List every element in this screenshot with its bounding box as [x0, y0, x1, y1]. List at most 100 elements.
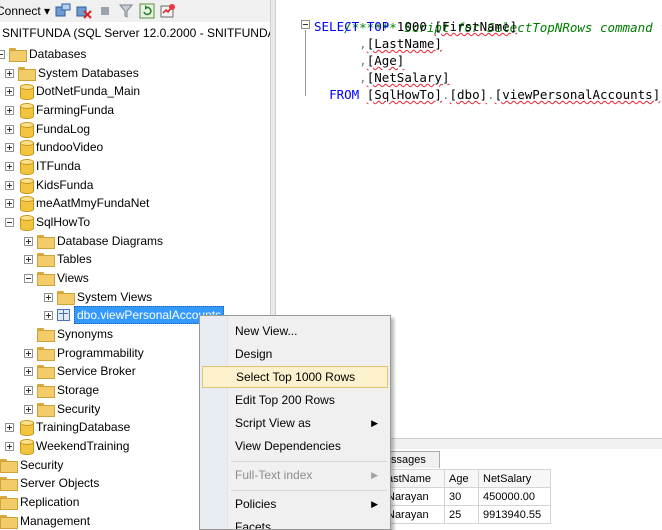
expand-toggle[interactable] — [5, 86, 14, 96]
tree-node-database[interactable]: WeekendTraining — [5, 437, 129, 455]
folder-icon — [37, 365, 55, 379]
menu-item-full-text-index: Full-Text index ▶ — [202, 464, 388, 486]
tree-node-tables[interactable]: Tables — [24, 250, 92, 268]
folder-icon — [37, 403, 55, 417]
expand-toggle[interactable] — [5, 68, 14, 78]
context-menu: New View... Design Select Top 1000 Rows … — [199, 315, 391, 530]
expand-toggle[interactable] — [24, 404, 33, 414]
expand-toggle[interactable] — [24, 348, 33, 358]
table-row[interactable]: Narayan 30 450000.00 — [382, 487, 551, 506]
tree-node-service-broker[interactable]: Service Broker — [24, 362, 136, 380]
tree-node-database[interactable]: meAatMmyFundaNet — [5, 194, 149, 212]
tree-node-database[interactable]: KidsFunda — [5, 176, 93, 194]
expand-toggle[interactable] — [5, 441, 14, 451]
table-cell[interactable]: 450000.00 — [478, 487, 551, 506]
table-cell[interactable]: 30 — [444, 487, 479, 506]
tree-node-database[interactable]: FundaLog — [5, 120, 90, 138]
node-label: Programmability — [57, 346, 144, 360]
expand-toggle[interactable] — [24, 254, 33, 264]
databases-label: Databases — [29, 47, 87, 61]
expand-toggle[interactable] — [24, 236, 33, 246]
table-cell[interactable]: Narayan — [382, 505, 445, 524]
menu-item-label: Policies — [235, 497, 277, 511]
tree-node-storage[interactable]: Storage — [24, 381, 99, 399]
tree-node-view-personal-accounts[interactable]: dbo.viewPersonalAccounts — [44, 306, 225, 324]
tree-node-replication[interactable]: Replication — [0, 493, 79, 511]
table-cell[interactable]: Narayan — [382, 487, 445, 506]
tree-node-management[interactable]: Management — [0, 512, 90, 530]
expand-toggle[interactable] — [5, 161, 14, 171]
expand-toggle[interactable] — [5, 124, 14, 134]
collapse-toggle[interactable] — [0, 49, 5, 59]
menu-item-edit-top-200[interactable]: Edit Top 200 Rows — [202, 389, 388, 411]
menu-item-select-top-1000[interactable]: Select Top 1000 Rows — [202, 366, 388, 388]
menu-item-policies[interactable]: Policies ▶ — [202, 493, 388, 515]
folder-icon — [37, 328, 55, 342]
column-header[interactable]: NetSalary — [478, 469, 551, 488]
menu-item-view-dependencies[interactable]: View Dependencies — [202, 435, 388, 457]
menu-item-facets[interactable]: Facets — [202, 516, 388, 529]
tree-node-sqlhowto[interactable]: SqlHowTo — [5, 213, 90, 231]
node-label: System Databases — [38, 66, 139, 80]
tree-node-views[interactable]: Views — [24, 269, 89, 287]
sql-column-lastname: [LastName] — [366, 36, 442, 51]
table-cell[interactable]: 9913940.55 — [478, 505, 551, 524]
node-label: Storage — [57, 383, 100, 397]
expand-toggle[interactable] — [5, 422, 14, 432]
folder-icon — [57, 291, 75, 305]
tree-node-database[interactable]: DotNetFunda_Main — [5, 82, 140, 100]
stop-icon[interactable] — [97, 3, 113, 19]
database-icon — [20, 215, 34, 231]
node-label: WeekendTraining — [36, 439, 130, 453]
sql-column-netsalary: [NetSalary] — [366, 70, 450, 85]
menu-item-script-view-as[interactable]: Script View as ▶ — [202, 412, 388, 434]
connect-object-icon[interactable] — [55, 3, 71, 19]
menu-item-design[interactable]: Design — [202, 343, 388, 365]
node-label: Synonyms — [57, 327, 114, 341]
expand-toggle[interactable] — [5, 142, 14, 152]
node-label: Management — [20, 514, 91, 528]
database-icon — [20, 439, 34, 455]
submenu-arrow-icon: ▶ — [371, 499, 378, 509]
column-header[interactable]: astName — [382, 469, 445, 488]
server-node[interactable]: SNITFUNDA (SQL Server 12.0.2000 - SNITFU… — [2, 26, 270, 40]
tree-node-database[interactable]: FarmingFunda — [5, 101, 114, 119]
databases-node[interactable]: Databases — [0, 45, 86, 63]
tree-node-database[interactable]: ITFunda — [5, 157, 81, 175]
collapse-toggle[interactable] — [5, 217, 14, 227]
tree-node-system-databases[interactable]: System Databases — [5, 64, 139, 82]
tree-node-server-security[interactable]: Security — [0, 456, 63, 474]
expand-toggle[interactable] — [24, 366, 33, 376]
tree-node-database-diagrams[interactable]: Database Diagrams — [24, 232, 163, 250]
folder-icon — [0, 515, 18, 529]
collapse-toggle[interactable] — [24, 273, 33, 283]
expand-toggle[interactable] — [5, 180, 14, 190]
connect-button[interactable]: Connect ▾ — [0, 4, 50, 18]
expand-toggle[interactable] — [44, 292, 53, 302]
filter-icon[interactable] — [118, 3, 134, 19]
table-cell[interactable]: 25 — [444, 505, 479, 524]
tree-node-synonyms[interactable]: Synonyms — [24, 325, 113, 343]
refresh-icon[interactable] — [139, 3, 155, 19]
tree-node-database[interactable]: fundooVideo — [5, 138, 103, 156]
expand-toggle[interactable] — [5, 198, 14, 208]
table-row[interactable]: Narayan 25 9913940.55 — [382, 505, 551, 524]
outline-collapse-toggle[interactable] — [301, 20, 310, 29]
node-label: Views — [57, 271, 89, 285]
activity-monitor-icon[interactable] — [160, 3, 176, 19]
tree-node-db-security[interactable]: Security — [24, 400, 100, 418]
column-header[interactable]: Age — [444, 469, 479, 488]
tree-node-system-views[interactable]: System Views — [44, 288, 152, 306]
menu-item-new-view[interactable]: New View... — [202, 320, 388, 342]
node-label: fundooVideo — [36, 140, 104, 154]
expand-toggle[interactable] — [5, 105, 14, 115]
tree-node-programmability[interactable]: Programmability — [24, 344, 144, 362]
sql-column-firstname: [FirstName] — [434, 19, 518, 34]
expand-toggle[interactable] — [44, 310, 53, 320]
disconnect-icon[interactable] — [76, 3, 92, 19]
results-grid[interactable]: astName Age NetSalary Narayan 30 450000.… — [382, 469, 551, 524]
node-label: TrainingDatabase — [36, 420, 131, 434]
expand-toggle[interactable] — [24, 385, 33, 395]
tree-node-database[interactable]: TrainingDatabase — [5, 418, 130, 436]
tree-node-server-objects[interactable]: Server Objects — [0, 474, 99, 492]
